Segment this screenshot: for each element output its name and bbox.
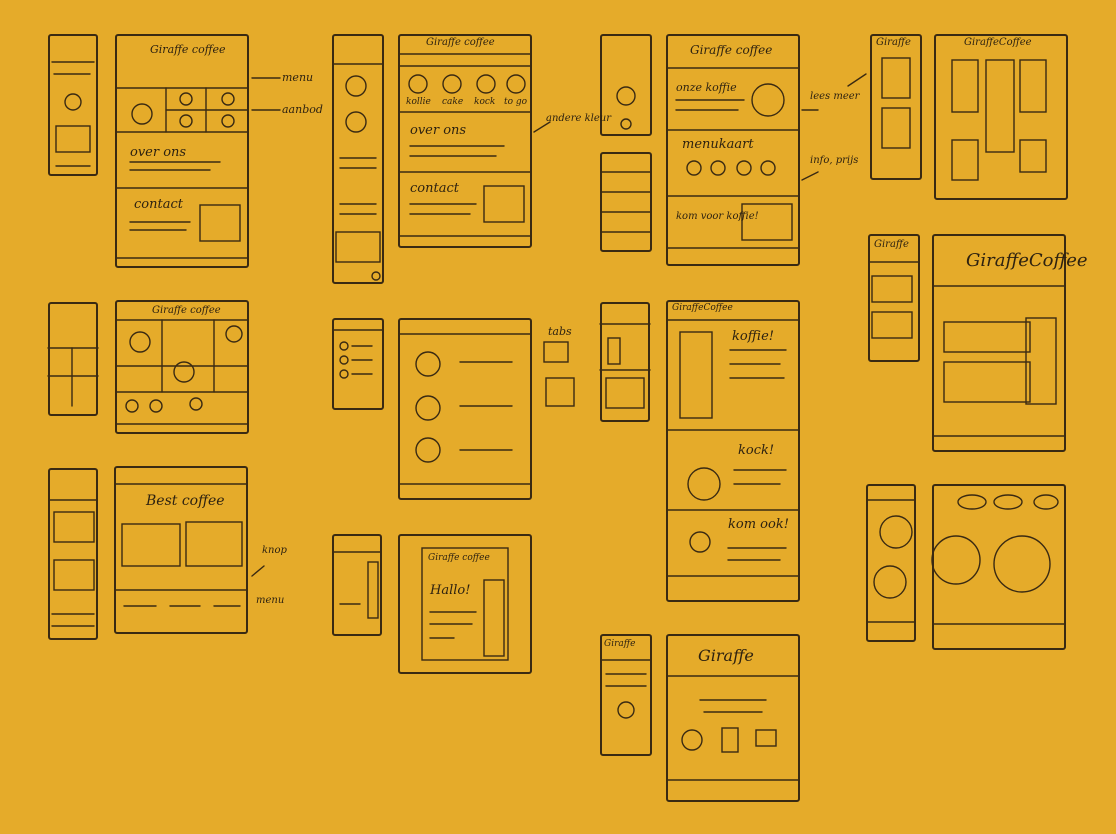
label-aanbod: aanbod	[282, 103, 323, 116]
label-lees-meer: lees meer	[810, 91, 860, 102]
label-kollie: kollie	[406, 97, 431, 107]
label-menu-2: menu	[256, 595, 285, 606]
label-giraffe-coffee-3: Giraffe coffee	[690, 43, 773, 57]
label-knop: knop	[262, 545, 287, 556]
label-giraffecoffee-4: GiraffeCoffee	[964, 37, 1032, 48]
label-kom-ook: kom ook!	[728, 517, 789, 532]
label-kock: kock	[474, 97, 496, 107]
label-best-coffee: Best coffee	[146, 493, 225, 509]
label-giraffe-b: Giraffe	[874, 239, 909, 250]
label-cake: cake	[442, 97, 464, 107]
label-koffie-excl: koffie!	[732, 329, 774, 344]
sketch-details	[47, 53, 1065, 781]
label-giraffe-coffee-1: Giraffe coffee	[150, 43, 226, 56]
label-contact-2: contact	[410, 181, 459, 196]
label-giraffe-coffee-hallo: Giraffe coffee	[428, 553, 490, 563]
label-giraffe-4: Giraffe	[876, 37, 911, 48]
label-kock-excl: kock!	[738, 443, 775, 458]
label-contact-1: contact	[134, 197, 183, 212]
label-giraffe-c-mobile: Giraffe	[604, 639, 636, 649]
label-over-ons-2: over ons	[410, 123, 467, 138]
label-giraffe-c: Giraffe	[698, 646, 754, 665]
label-kom-voor-koffie: kom voor koffie!	[676, 211, 759, 222]
label-giraffe-coffee-2: Giraffe coffee	[426, 37, 495, 48]
label-over-ons-1: over ons	[130, 145, 187, 160]
label-tabs: tabs	[548, 325, 572, 338]
label-giraffecoffee-a: GiraffeCoffee	[672, 303, 733, 313]
label-menu: menu	[282, 71, 314, 84]
label-onze-koffie: onze koffie	[676, 81, 737, 94]
label-hallo: Hallo!	[430, 583, 471, 598]
label-info-prijs: info, prijs	[810, 155, 859, 166]
sketch-board: Giraffe coffee over ons contact menu aan…	[0, 0, 1116, 834]
label-menukaart: menukaart	[682, 137, 754, 152]
label-giraffe-coffee-grid: Giraffe coffee	[152, 305, 221, 316]
label-to-go: to go	[504, 97, 528, 107]
label-giraffecoffee-b: GiraffeCoffee	[966, 250, 1088, 271]
label-andere-kleur: andere kleur	[546, 113, 611, 124]
